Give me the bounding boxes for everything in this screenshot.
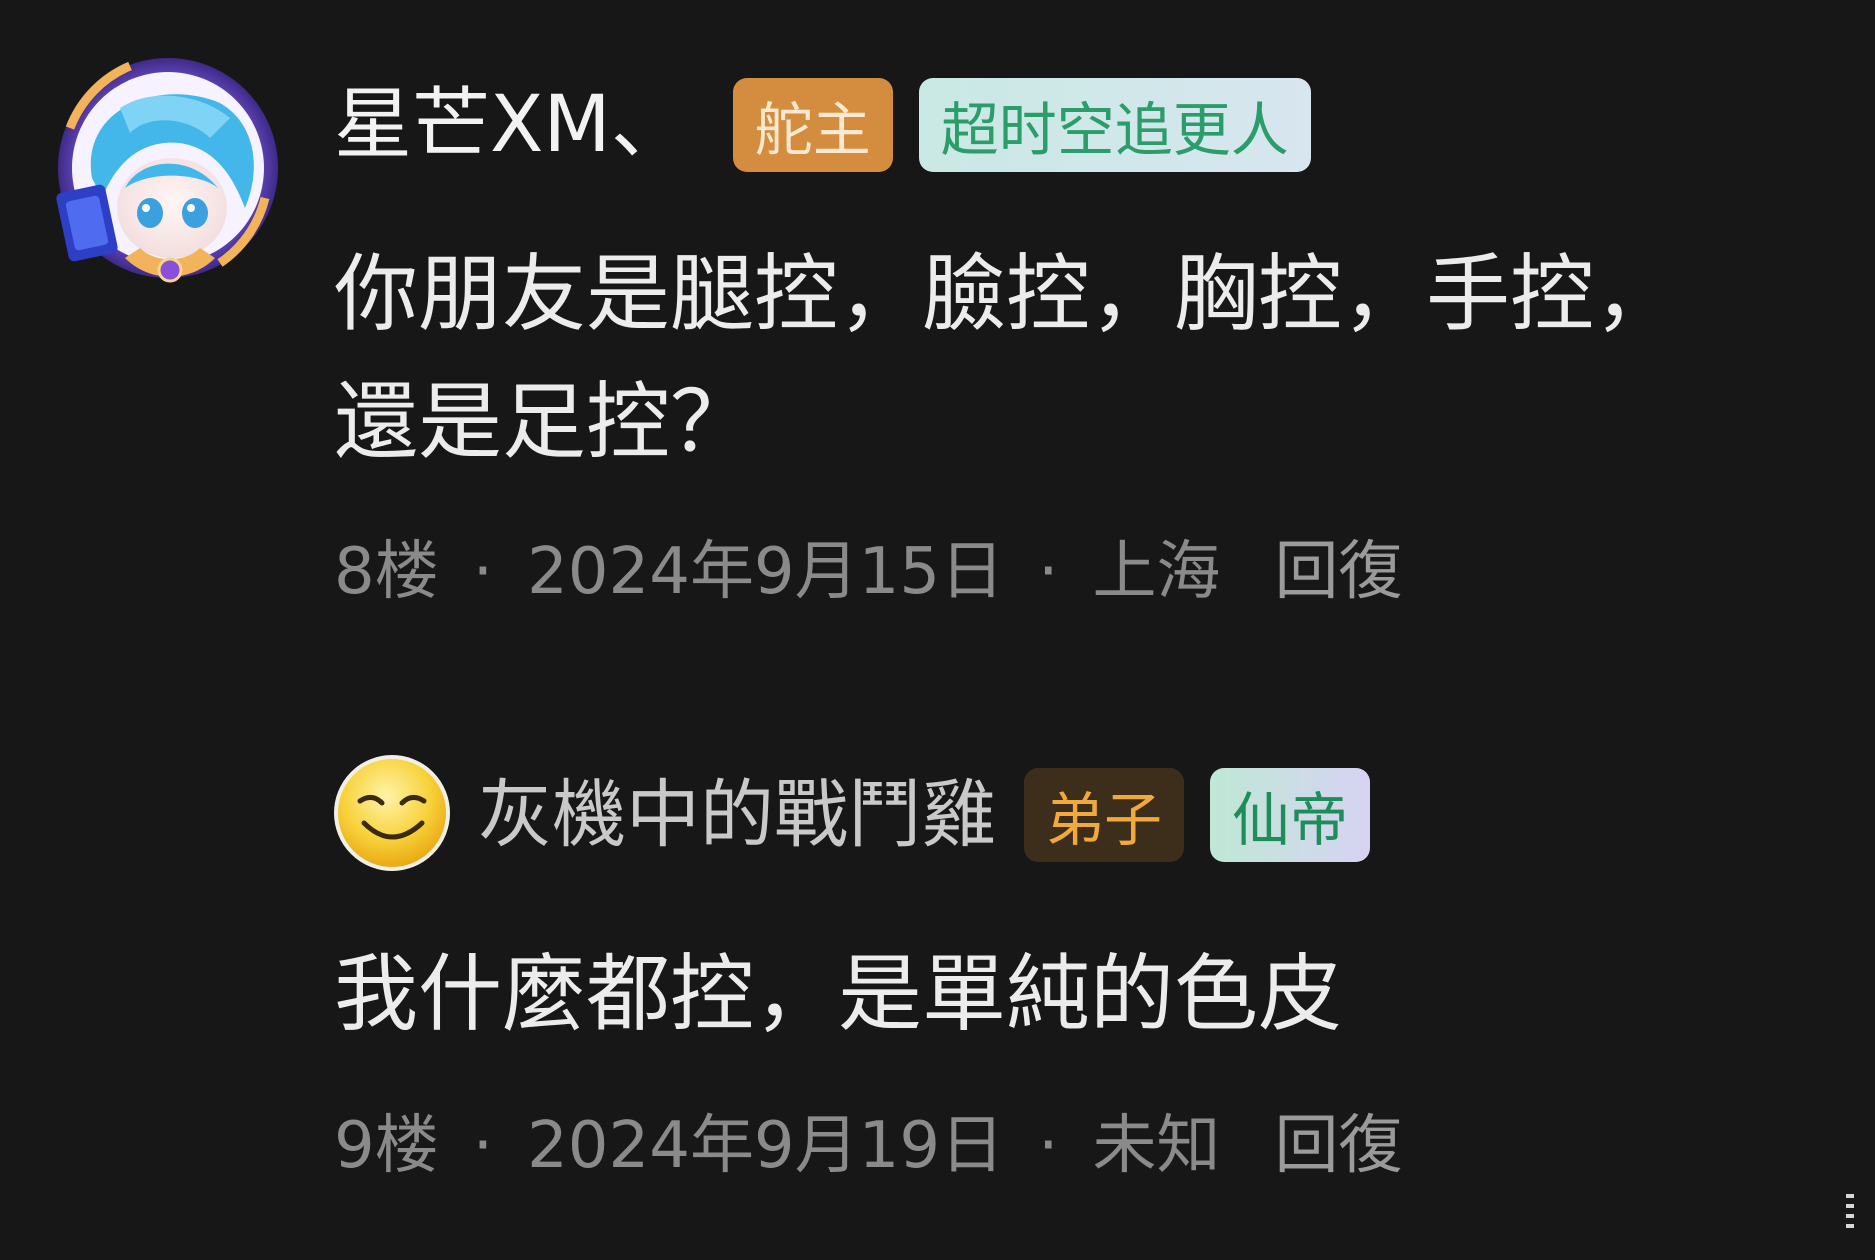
comment-text-line: 還是足控？ [334, 373, 755, 471]
location: 未知 [1092, 1109, 1221, 1183]
floor-number: 8楼 [334, 535, 439, 609]
comment-meta: 9楼 · 2024年9月19日 · 未知 回復 [334, 1106, 1402, 1186]
post-date: 2024年9月15日 [527, 535, 1005, 609]
comment-header: 灰機中的戰鬥雞 弟子 仙帝 [478, 765, 1371, 865]
title-badge: 仙帝 [1210, 768, 1371, 862]
comment-text-line: 你朋友是腿控，臉控，胸控，手控， [334, 245, 1679, 343]
reply-button[interactable]: 回復 [1274, 1109, 1402, 1183]
comment-header: 星芒XM、 舵主 超时空追更人 [334, 75, 1311, 175]
rank-badge: 舵主 [732, 78, 893, 172]
scroll-handle[interactable] [1844, 1192, 1856, 1232]
avatar[interactable] [40, 48, 295, 293]
title-badge: 超时空追更人 [918, 78, 1311, 172]
drag-handle-icon [1846, 1194, 1854, 1228]
separator-dot: · [1038, 1109, 1059, 1183]
separator-dot: · [472, 1109, 494, 1183]
separator-dot: · [1038, 535, 1059, 609]
location: 上海 [1092, 535, 1221, 609]
username[interactable]: 星芒XM、 [334, 75, 689, 175]
comment-text-line: 我什麼都控，是單純的色皮 [334, 945, 1343, 1043]
username[interactable]: 灰機中的戰鬥雞 [478, 765, 996, 865]
separator-dot: · [472, 535, 494, 609]
reply-button[interactable]: 回復 [1274, 535, 1402, 609]
comment-item: 星芒XM、 舵主 超时空追更人 你朋友是腿控，臉控，胸控，手控， 還是足控？ 8… [0, 0, 1875, 640]
floor-number: 9楼 [334, 1109, 439, 1183]
rank-badge: 弟子 [1024, 768, 1185, 862]
smirk-emoji-avatar-icon [334, 755, 450, 871]
avatar[interactable] [332, 753, 452, 873]
anime-girl-avatar-frame-icon [56, 58, 278, 283]
post-date: 2024年9月19日 [527, 1109, 1005, 1183]
comment-meta: 8楼 · 2024年9月15日 · 上海 回復 [334, 532, 1402, 612]
